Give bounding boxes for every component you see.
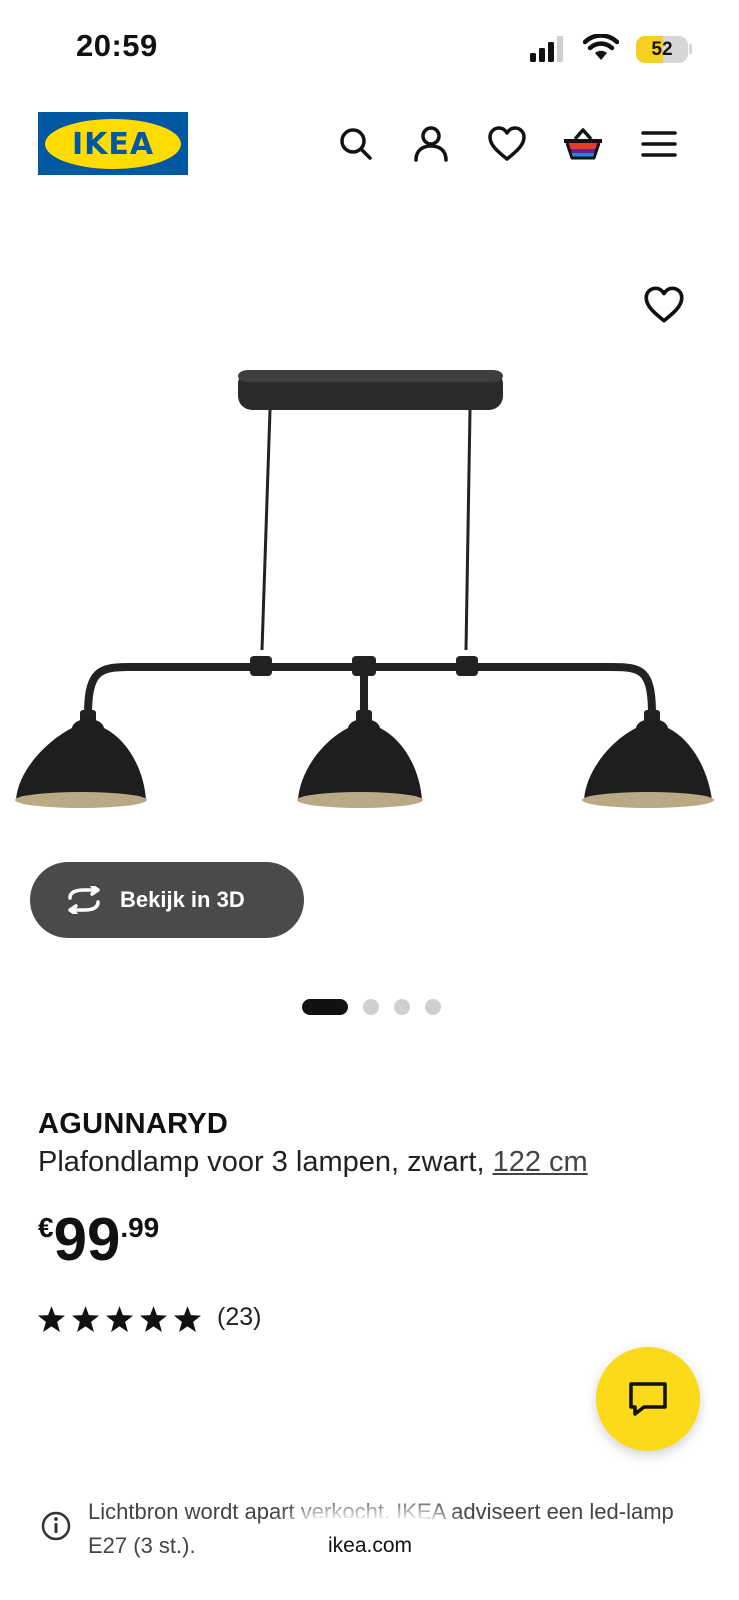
search-icon[interactable] [334, 122, 378, 166]
review-count[interactable]: (23) [217, 1303, 261, 1332]
star-icon [38, 1306, 65, 1332]
battery-icon: 52 [636, 36, 688, 63]
star-icon [72, 1306, 99, 1332]
product-image[interactable] [0, 360, 739, 840]
product-description: Plafondlamp voor 3 lampen, zwart, 122 cm [38, 1146, 588, 1179]
carousel-dot-3[interactable] [394, 999, 410, 1015]
battery-tip [689, 44, 692, 54]
product-name: AGUNNARYD [38, 1108, 229, 1140]
carousel-pagination [302, 998, 441, 1016]
account-icon[interactable] [409, 122, 453, 166]
product-description-text: Plafondlamp voor 3 lampen, zwart, [38, 1146, 485, 1178]
product-size-link[interactable]: 122 cm [493, 1146, 588, 1178]
carousel-dot-2[interactable] [363, 999, 379, 1015]
browser-url-bar[interactable]: ikea.com [290, 1518, 450, 1574]
lamp-shade-left [15, 710, 147, 808]
view-in-3d-label: Bekijk in 3D [120, 887, 245, 912]
chat-button[interactable] [596, 1347, 700, 1451]
carousel-dot-4[interactable] [425, 999, 441, 1015]
cellular-signal-icon [530, 36, 563, 62]
star-icon [106, 1306, 133, 1332]
ikea-logo-mark: IKEA [45, 118, 181, 169]
heart-icon[interactable] [485, 122, 529, 166]
star-icon [174, 1306, 201, 1332]
basket-icon[interactable] [561, 122, 605, 166]
chat-bubble-icon [629, 1382, 667, 1416]
status-time: 20:59 [76, 28, 158, 63]
wifi-icon [583, 34, 619, 60]
ikea-logo-text: IKEA [72, 127, 154, 162]
carousel-dot-1[interactable] [302, 999, 348, 1015]
lamp-shade-middle [297, 710, 423, 808]
lamp-shade-right [582, 710, 714, 808]
star-icon [140, 1306, 167, 1332]
info-icon [41, 1511, 71, 1541]
price-decimal: .99 [120, 1212, 160, 1243]
favourite-heart-icon[interactable] [641, 282, 687, 328]
product-price: €99.99 [38, 1210, 159, 1270]
price-currency: € [38, 1212, 54, 1243]
view-in-3d-button[interactable]: Bekijk in 3D [30, 862, 304, 938]
rating-stars[interactable] [38, 1306, 201, 1332]
ikea-logo[interactable]: IKEA [38, 112, 188, 175]
battery-level: 52 [651, 39, 673, 60]
price-integer: 99 [53, 1206, 121, 1273]
rotate-3d-icon [68, 886, 100, 914]
menu-icon[interactable] [637, 122, 681, 166]
